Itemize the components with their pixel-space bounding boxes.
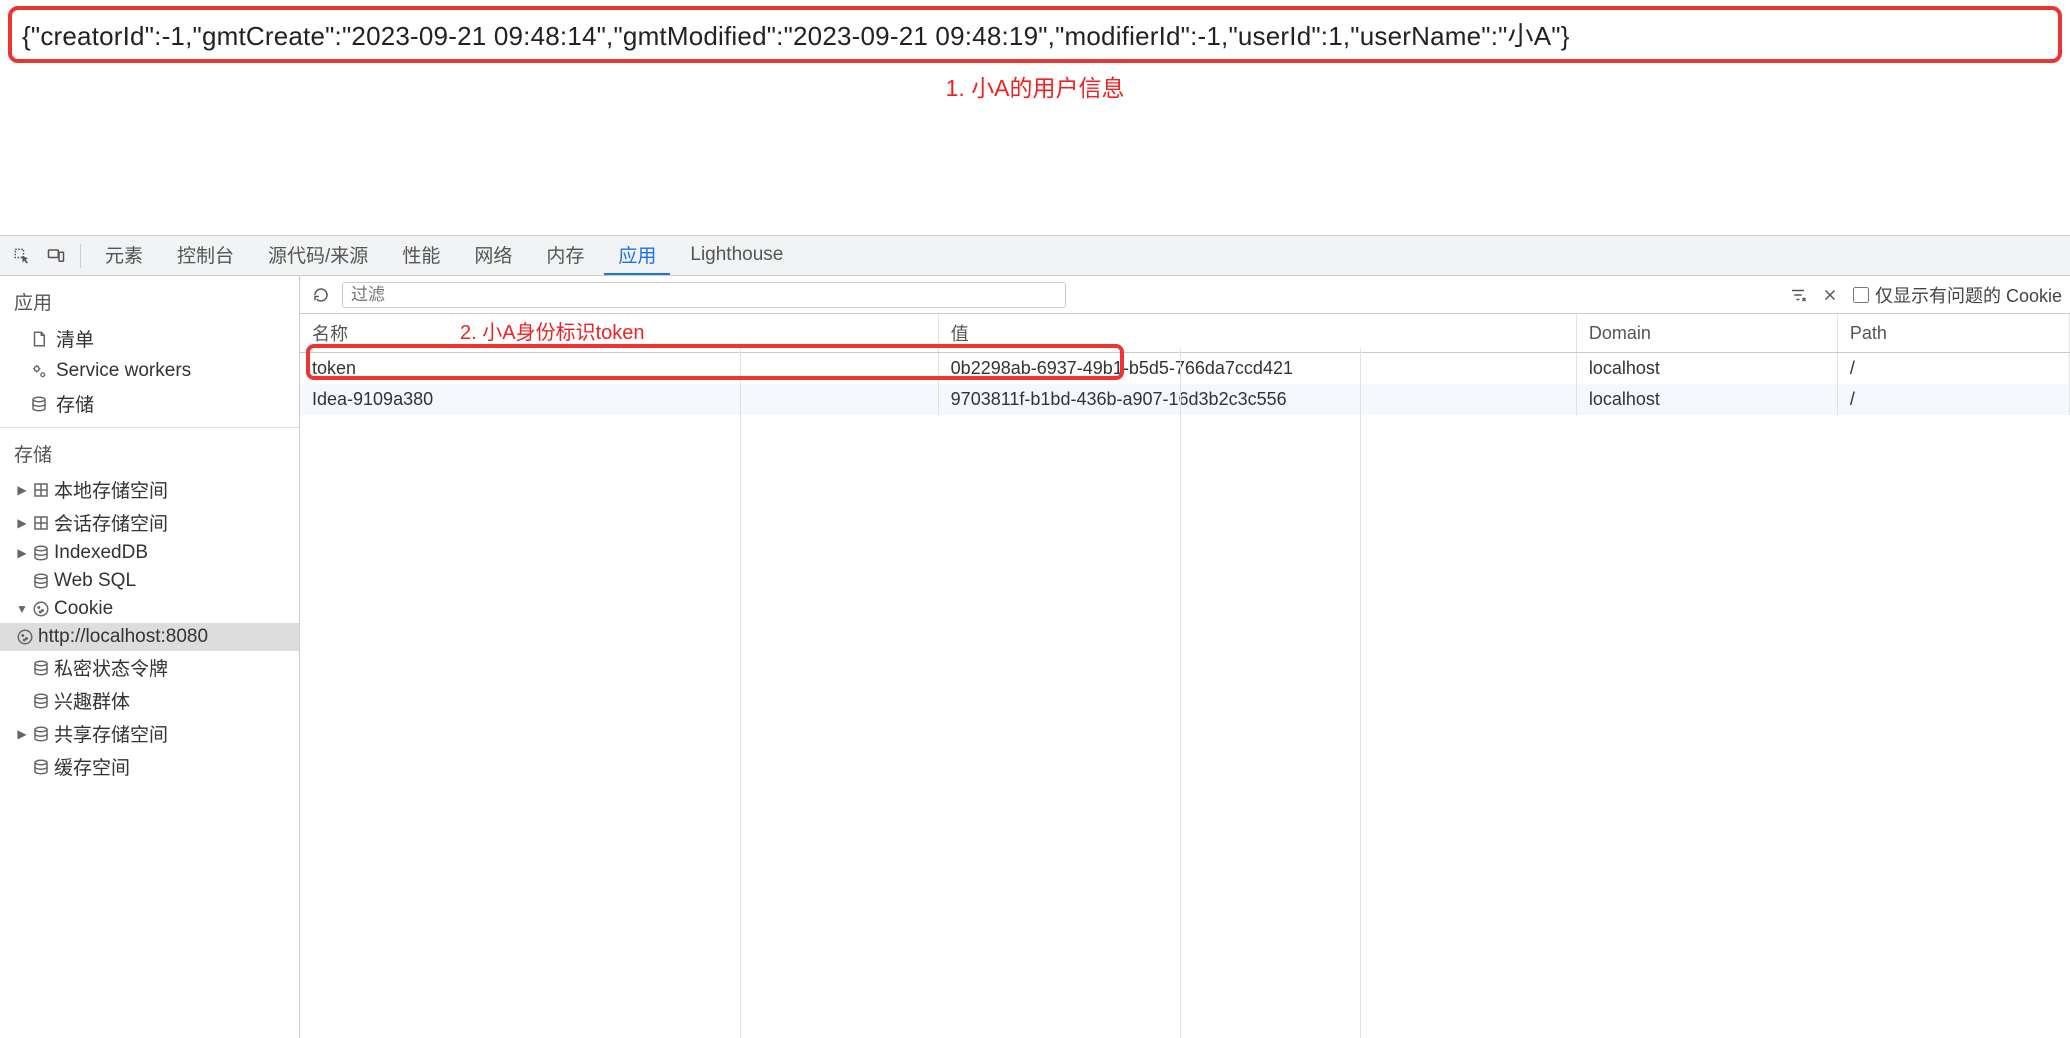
tree-label: 共享存储空间 (54, 720, 168, 747)
cookie-icon (16, 628, 34, 646)
grid-background (300, 348, 2070, 1038)
clear-filter-icon[interactable] (1789, 286, 1807, 304)
cookies-toolbar: 仅显示有问题的 Cookie (300, 276, 2070, 314)
divider (80, 244, 81, 268)
database-icon (32, 572, 50, 590)
devtools-sidebar: 应用 清单 Service workers 存储 存储 ▶ 本地存储空间 ▶ (0, 276, 300, 1038)
th-domain[interactable]: Domain (1576, 314, 1837, 353)
database-icon (32, 544, 50, 562)
sidebar-item-label: 清单 (56, 325, 94, 352)
document-icon (30, 330, 48, 348)
cell-domain: localhost (1576, 384, 1837, 415)
table-row[interactable]: token 0b2298ab-6937-49b1-b5d5-766da7ccd4… (300, 353, 2070, 385)
tree-label: http://localhost:8080 (38, 626, 208, 648)
sidebar-divider (0, 427, 299, 428)
caret-blank (16, 574, 28, 588)
grid-icon (32, 514, 50, 532)
tree-cookie[interactable]: ▼ Cookie (0, 595, 299, 623)
tree-indexeddb[interactable]: ▶ IndexedDB (0, 539, 299, 567)
cell-name: Idea-9109a380 (300, 384, 938, 415)
json-response-box: {"creatorId":-1,"gmtCreate":"2023-09-21 … (8, 6, 2062, 63)
cookies-table-wrap: 2. 小A身份标识token 名称 值 Domain Path token (300, 314, 2070, 1038)
caret-right-icon: ▶ (16, 546, 28, 560)
sidebar-item-label: 存储 (56, 390, 94, 417)
tree-websql[interactable]: Web SQL (0, 567, 299, 595)
database-icon (30, 395, 48, 413)
devtools-main: 仅显示有问题的 Cookie 2. 小A身份标识token 名称 值 Domai… (300, 276, 2070, 1038)
caret-right-icon: ▶ (16, 483, 28, 497)
tree-local-storage[interactable]: ▶ 本地存储空间 (0, 473, 299, 506)
sidebar-section-app: 应用 (0, 282, 299, 321)
json-response-text: {"creatorId":-1,"gmtCreate":"2023-09-21 … (22, 21, 1570, 51)
annotation-2: 2. 小A身份标识token (460, 316, 645, 345)
only-issues-label: 仅显示有问题的 Cookie (1875, 282, 2062, 308)
filter-input[interactable] (342, 282, 1066, 308)
cell-path: / (1837, 353, 2069, 385)
tab-network[interactable]: 网络 (460, 236, 526, 275)
only-issues-checkbox-input[interactable] (1853, 287, 1869, 303)
caret-right-icon: ▶ (16, 516, 28, 530)
tree-label: IndexedDB (54, 542, 148, 564)
tab-performance[interactable]: 性能 (388, 236, 454, 275)
devtools-panel: 元素 控制台 源代码/来源 性能 网络 内存 应用 Lighthouse 应用 … (0, 235, 2070, 1038)
tab-sources[interactable]: 源代码/来源 (254, 236, 382, 275)
only-issues-checkbox[interactable]: 仅显示有问题的 Cookie (1853, 282, 2062, 308)
annotation-1: 1. 小A的用户信息 (8, 69, 2062, 103)
cell-value: 9703811f-b1bd-436b-a907-16d3b2c3c556 (938, 384, 1576, 415)
devtools-body: 应用 清单 Service workers 存储 存储 ▶ 本地存储空间 ▶ (0, 276, 2070, 1038)
cell-path: / (1837, 384, 2069, 415)
cell-name: token (300, 353, 938, 385)
close-icon[interactable] (1821, 286, 1839, 304)
th-path[interactable]: Path (1837, 314, 2069, 353)
sidebar-section-storage: 存储 (0, 434, 299, 473)
tree-label: 会话存储空间 (54, 509, 168, 536)
caret-blank (16, 760, 28, 774)
page-content-area: {"creatorId":-1,"gmtCreate":"2023-09-21 … (0, 0, 2070, 111)
sidebar-item-label: Service workers (56, 360, 191, 382)
device-toggle-icon[interactable] (42, 242, 70, 270)
tree-shared-storage[interactable]: ▶ 共享存储空间 (0, 717, 299, 750)
database-icon (32, 725, 50, 743)
tree-label: 私密状态令牌 (54, 654, 168, 681)
th-value[interactable]: 值 (938, 314, 1576, 353)
tree-label: Web SQL (54, 570, 136, 592)
sidebar-item-serviceworkers[interactable]: Service workers (0, 356, 299, 386)
tree-label: Cookie (54, 598, 113, 620)
tree-label: 兴趣群体 (54, 687, 130, 714)
tree-label: 本地存储空间 (54, 476, 168, 503)
tree-session-storage[interactable]: ▶ 会话存储空间 (0, 506, 299, 539)
cookie-icon (32, 600, 50, 618)
caret-right-icon: ▶ (16, 727, 28, 741)
tree-cookie-origin[interactable]: http://localhost:8080 (0, 623, 299, 651)
inspect-icon[interactable] (8, 242, 36, 270)
database-icon (32, 692, 50, 710)
sidebar-item-storage[interactable]: 存储 (0, 386, 299, 421)
tree-label: 缓存空间 (54, 753, 130, 780)
tab-memory[interactable]: 内存 (532, 236, 598, 275)
caret-blank (16, 661, 28, 675)
sidebar-item-manifest[interactable]: 清单 (0, 321, 299, 356)
database-icon (32, 659, 50, 677)
tree-cache-storage[interactable]: 缓存空间 (0, 750, 299, 783)
tab-application[interactable]: 应用 (604, 236, 670, 275)
gears-icon (30, 362, 48, 380)
tree-private-state[interactable]: 私密状态令牌 (0, 651, 299, 684)
cell-value: 0b2298ab-6937-49b1-b5d5-766da7ccd421 (938, 353, 1576, 385)
cell-domain: localhost (1576, 353, 1837, 385)
table-row[interactable]: Idea-9109a380 9703811f-b1bd-436b-a907-16… (300, 384, 2070, 415)
tab-console[interactable]: 控制台 (163, 236, 248, 275)
devtools-tabs: 元素 控制台 源代码/来源 性能 网络 内存 应用 Lighthouse (0, 236, 2070, 276)
database-icon (32, 758, 50, 776)
grid-icon (32, 481, 50, 499)
tab-lighthouse[interactable]: Lighthouse (676, 236, 797, 275)
tree-interest-groups[interactable]: 兴趣群体 (0, 684, 299, 717)
caret-blank (16, 694, 28, 708)
tab-elements[interactable]: 元素 (91, 236, 157, 275)
caret-down-icon: ▼ (16, 602, 28, 616)
reload-icon[interactable] (308, 282, 334, 308)
